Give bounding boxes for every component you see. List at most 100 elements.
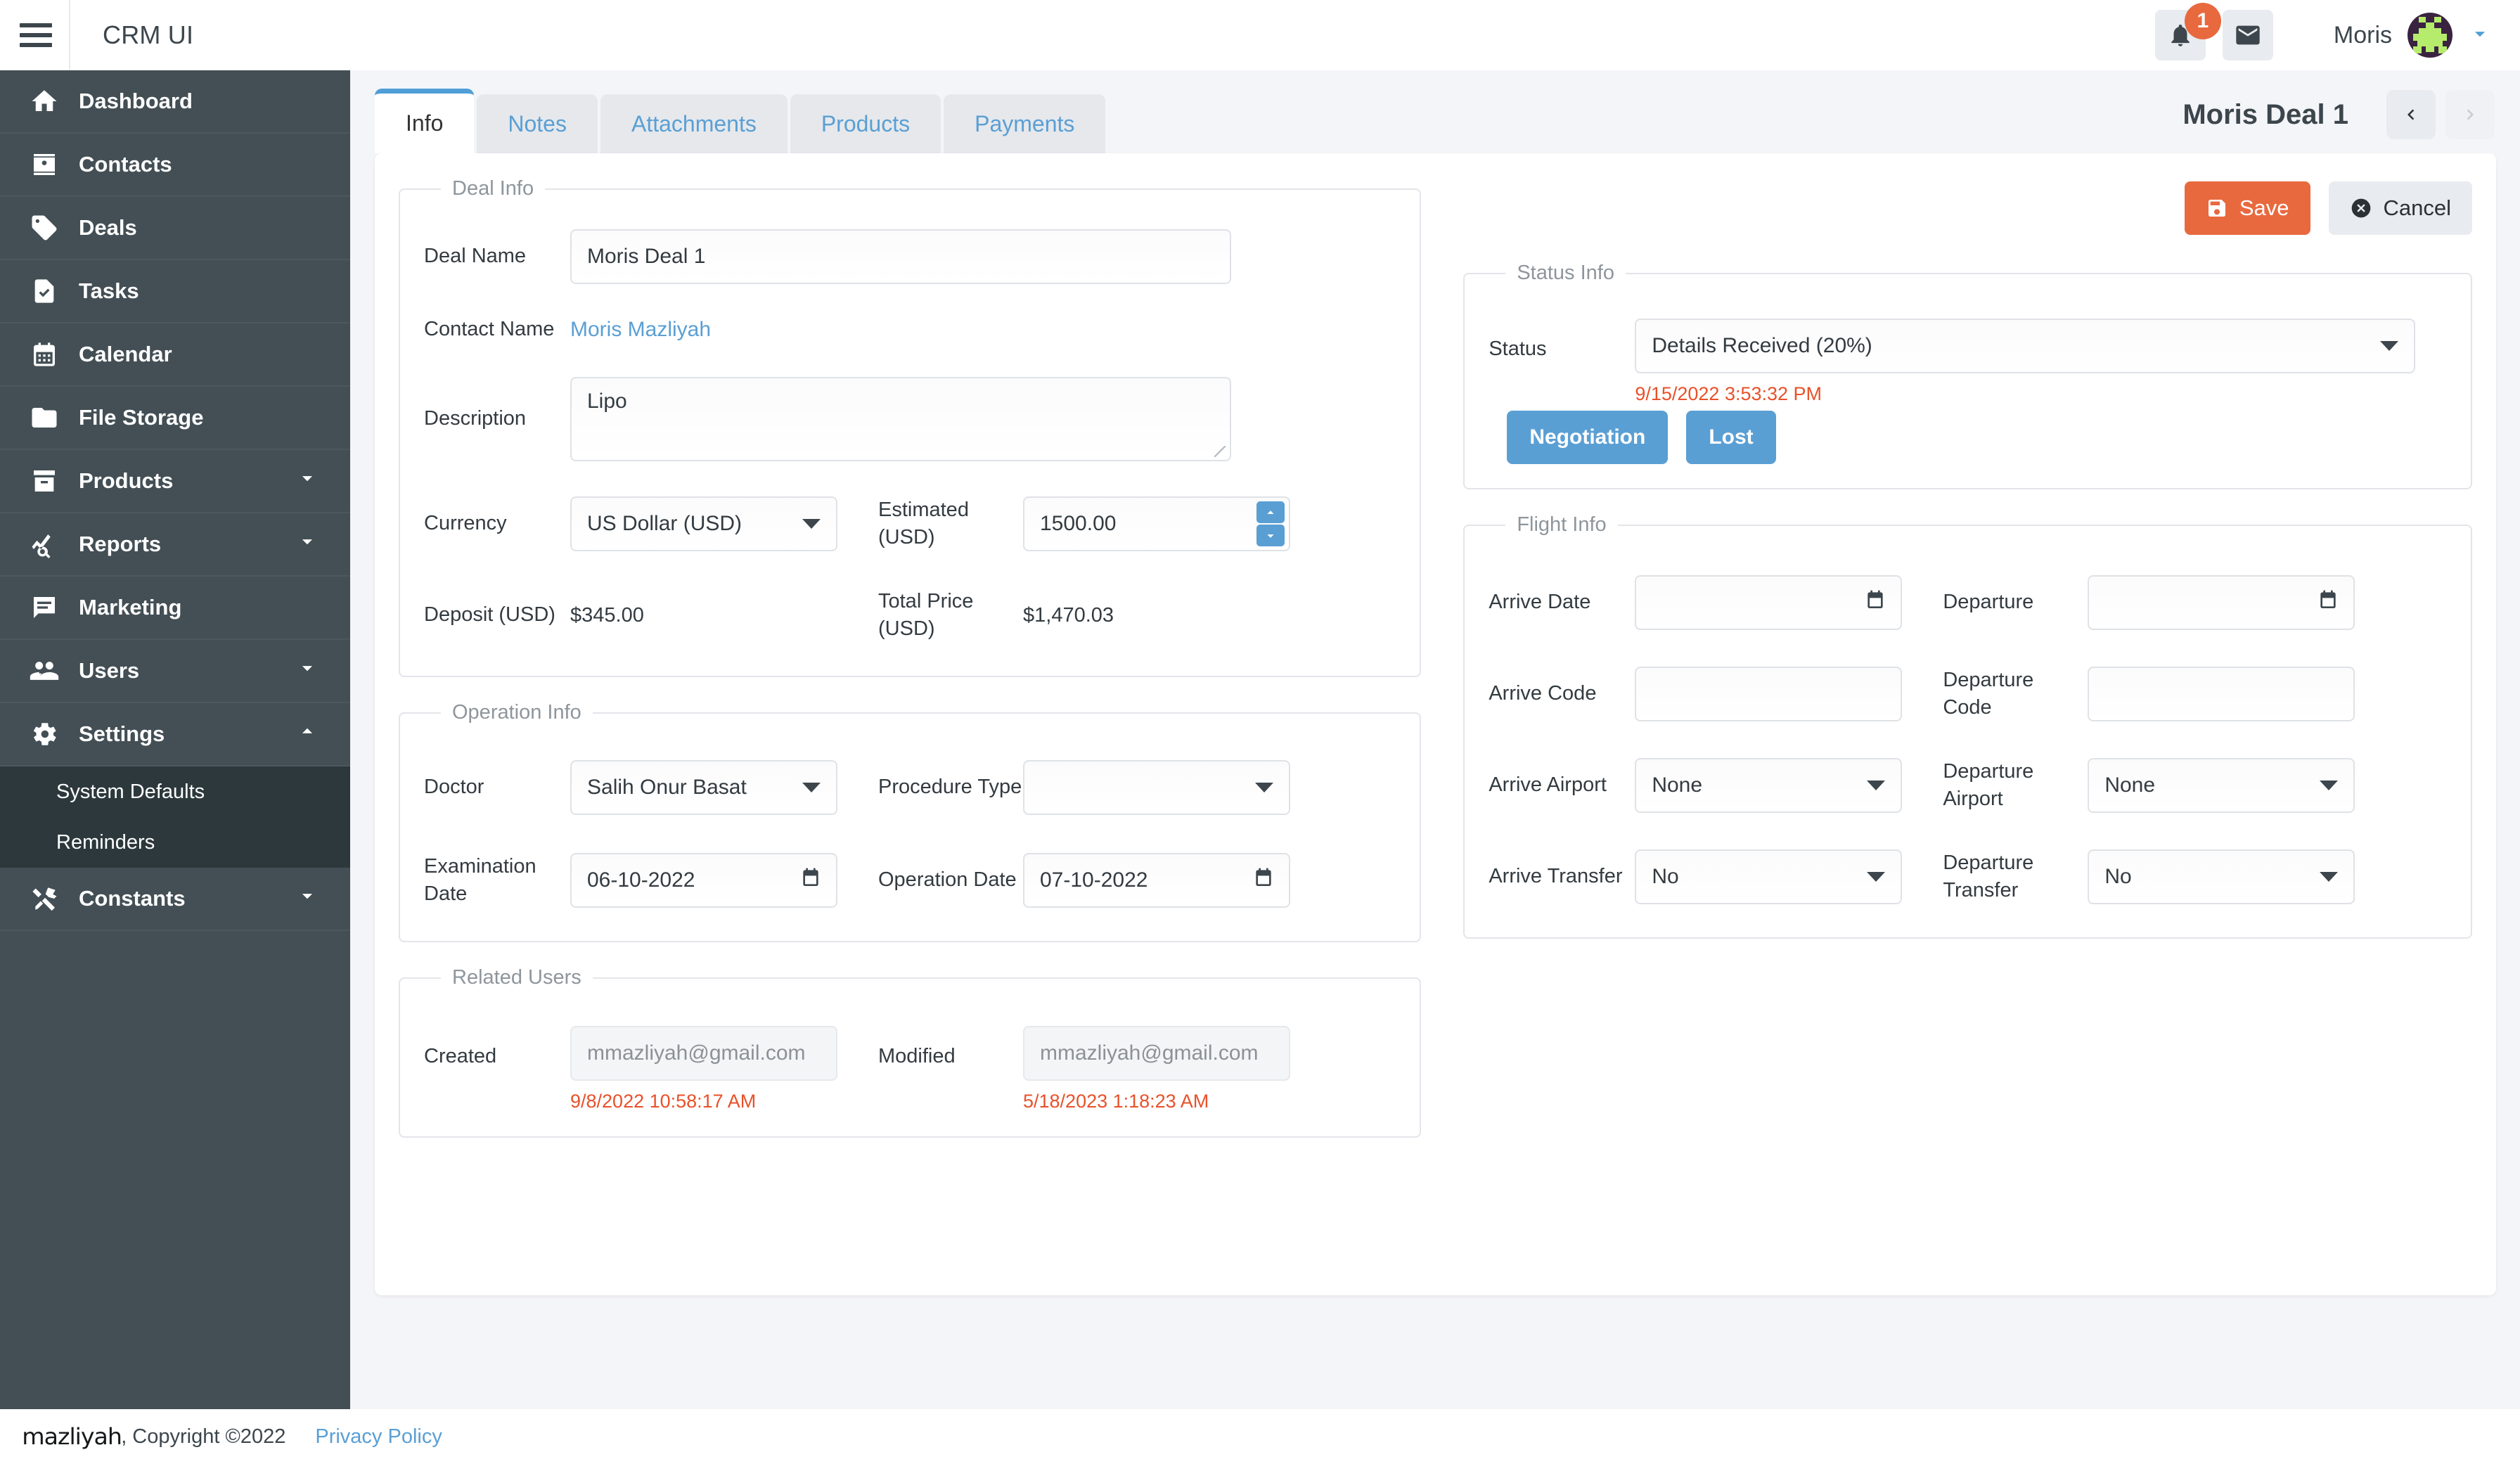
procedure-type-select[interactable] <box>1023 760 1290 815</box>
deal-detail-card: Deal Info Deal Name Moris Deal 1 Contact… <box>375 153 2496 1295</box>
deal-name-row: Deal Name Moris Deal 1 <box>424 220 1396 293</box>
notifications-button[interactable]: 1 <box>2154 3 2221 60</box>
sidebar-item-tasks[interactable]: Tasks <box>0 260 350 323</box>
top-bar: CRM UI 1 Moris <box>0 0 2520 70</box>
sidebar-item-reports[interactable]: Reports <box>0 513 350 577</box>
stepper-down-button[interactable] <box>1256 525 1285 546</box>
sidebar-item-contacts[interactable]: Contacts <box>0 134 350 197</box>
sidebar-item-label: Users <box>79 658 140 683</box>
calendar-icon[interactable] <box>1252 866 1275 894</box>
doctor-select[interactable]: Salih Onur Basat <box>570 760 837 815</box>
folder-icon <box>25 403 63 432</box>
arrive-airport-select-value: None <box>1652 773 1703 797</box>
sidebar-item-system-defaults[interactable]: System Defaults <box>0 766 350 817</box>
examination-date-label: Examination Date <box>424 854 536 905</box>
status-select[interactable]: Details Received (20%) <box>1635 319 2416 373</box>
stepper-up-button[interactable] <box>1256 501 1285 523</box>
related-users-section: Related Users Created mmazliyah@gmail.co… <box>399 966 1422 1138</box>
sidebar-item-products[interactable]: Products <box>0 450 350 513</box>
departure-date-input[interactable] <box>2088 575 2355 630</box>
copyright-text: , Copyright ©2022 <box>121 1425 286 1448</box>
notification-badge: 1 <box>2184 3 2221 39</box>
chevron-up-icon <box>295 719 319 749</box>
sidebar-item-label: Deals <box>79 215 137 240</box>
chevron-down-icon <box>295 656 319 686</box>
sidebar-item-marketing[interactable]: Marketing <box>0 577 350 640</box>
modified-timestamp: 5/18/2023 1:18:23 AM <box>1023 1091 1209 1112</box>
negotiation-button[interactable]: Negotiation <box>1507 411 1669 464</box>
tab-attachments[interactable]: Attachments <box>600 94 788 153</box>
tab-info[interactable]: Info <box>375 89 475 153</box>
messages-button[interactable] <box>2222 10 2273 60</box>
prev-record-button[interactable] <box>2386 90 2436 139</box>
tools-icon <box>25 884 63 913</box>
currency-estimated-row: Currency US Dollar (USD) Estimated (USD)… <box>424 487 1396 560</box>
privacy-policy-link[interactable]: Privacy Policy <box>315 1425 442 1449</box>
departure-code-input[interactable] <box>2088 667 2355 721</box>
status-row: Status Details Received (20%) 9/15/2022 … <box>1489 319 2447 405</box>
tab-products[interactable]: Products <box>790 94 941 153</box>
sidebar-item-dashboard[interactable]: Dashboard <box>0 70 350 134</box>
departure-transfer-select[interactable]: No <box>2088 849 2355 904</box>
tab-notes[interactable]: Notes <box>477 94 598 153</box>
chevron-down-icon <box>802 519 821 529</box>
user-menu[interactable]: Moris <box>2334 13 2492 58</box>
sidebar-item-constants[interactable]: Constants <box>0 868 350 931</box>
avatar <box>2408 13 2452 58</box>
total-price-label: Total Price (USD) <box>878 589 974 640</box>
calendar-icon[interactable] <box>1864 589 1886 617</box>
quantity-stepper[interactable] <box>1256 501 1285 546</box>
sidebar-subitem-label: Reminders <box>56 830 155 854</box>
departure-airport-select[interactable]: None <box>2088 758 2355 813</box>
form-columns: Deal Info Deal Name Moris Deal 1 Contact… <box>375 153 2496 1162</box>
left-column: Deal Info Deal Name Moris Deal 1 Contact… <box>399 177 1422 1162</box>
envelope-icon <box>2236 25 2260 45</box>
divider <box>69 0 70 70</box>
chevron-down-icon <box>295 884 319 913</box>
arrive-transfer-select-value: No <box>1652 865 1679 888</box>
deal-name-input[interactable]: Moris Deal 1 <box>570 229 1231 284</box>
hamburger-bar <box>20 43 52 47</box>
arrive-date-input[interactable] <box>1635 575 1903 630</box>
sidebar-item-label: Settings <box>79 721 165 746</box>
sidebar-item-label: File Storage <box>79 405 204 430</box>
calendar-icon[interactable] <box>2317 589 2339 617</box>
hamburger-icon[interactable] <box>20 23 52 47</box>
tab-payments[interactable]: Payments <box>944 94 1106 153</box>
save-button[interactable]: Save <box>2184 181 2310 235</box>
examination-date-input[interactable]: 06-10-2022 <box>570 853 837 908</box>
settings-submenu: System Defaults Reminders <box>0 766 350 868</box>
sidebar-item-reminders[interactable]: Reminders <box>0 817 350 868</box>
calendar-icon[interactable] <box>799 866 822 894</box>
deal-info-legend: Deal Info <box>452 177 534 200</box>
arrive-departure-airport-row: Arrive Airport None Departure Airport No… <box>1489 749 2447 822</box>
lost-button[interactable]: Lost <box>1686 411 1776 464</box>
top-bar-actions: 1 Moris <box>2138 3 2520 60</box>
departure-code-label: Departure Code <box>1943 668 2034 719</box>
sidebar-item-users[interactable]: Users <box>0 640 350 703</box>
description-textarea[interactable]: Lipo <box>570 377 1231 461</box>
sidebar-item-file-storage[interactable]: File Storage <box>0 387 350 450</box>
cancel-button[interactable]: Cancel <box>2328 181 2472 235</box>
arrive-airport-select[interactable]: None <box>1635 758 1903 813</box>
sidebar-item-deals[interactable]: Deals <box>0 197 350 260</box>
sidebar-item-calendar[interactable]: Calendar <box>0 323 350 387</box>
operation-date-input[interactable]: 07-10-2022 <box>1023 853 1290 908</box>
deal-info-section: Deal Info Deal Name Moris Deal 1 Contact… <box>399 177 1422 677</box>
modified-email-field: mmazliyah@gmail.com <box>1023 1026 1290 1081</box>
contact-name-link[interactable]: Moris Mazliyah <box>570 318 711 342</box>
chevron-down-icon <box>295 466 319 496</box>
arrive-code-input[interactable] <box>1635 667 1903 721</box>
contact-card-icon <box>25 150 63 179</box>
sidebar-item-settings[interactable]: Settings <box>0 703 350 766</box>
estimated-input[interactable]: 1500.00 <box>1023 496 1290 551</box>
examination-date-value: 06-10-2022 <box>587 868 695 892</box>
lost-button-label: Lost <box>1709 425 1754 449</box>
save-icon <box>2208 200 2225 217</box>
currency-select[interactable]: US Dollar (USD) <box>570 496 837 551</box>
arrive-transfer-select[interactable]: No <box>1635 849 1903 904</box>
form-actions: Save Cancel <box>2184 181 2472 235</box>
arrive-departure-transfer-row: Arrive Transfer No Departure Transfer No <box>1489 840 2447 913</box>
next-record-button[interactable] <box>2445 90 2495 139</box>
procedure-type-label: Procedure Type <box>878 776 1022 799</box>
